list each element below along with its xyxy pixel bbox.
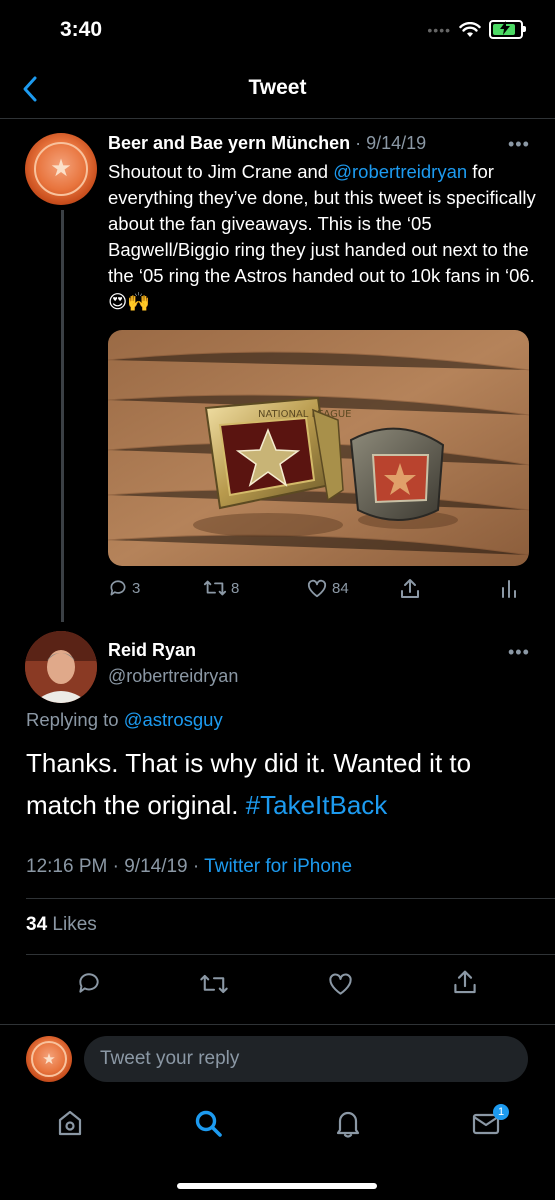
heart-icon <box>307 579 327 598</box>
tweet-text: Thanks. That is why did it. Wanted it to… <box>26 742 536 826</box>
tweet-source-link[interactable]: Twitter for iPhone <box>204 856 352 877</box>
tweet-date: 9/14/19 <box>124 856 188 877</box>
tweet-time: 12:16 PM <box>26 856 108 877</box>
separator: · <box>192 856 200 877</box>
status-time: 3:40 <box>60 18 103 41</box>
display-name[interactable]: Reid Ryan <box>108 640 196 661</box>
retweet-icon <box>203 580 227 596</box>
likes-summary[interactable]: 34 Likes <box>26 914 97 936</box>
retweet-icon[interactable] <box>199 972 229 996</box>
home-icon[interactable] <box>56 1108 84 1138</box>
separator: · <box>112 856 119 877</box>
more-options-icon[interactable]: ••• <box>508 134 530 155</box>
astros-logo-icon: ★ <box>50 155 72 183</box>
tweet-date[interactable]: 9/14/19 <box>366 133 426 153</box>
header-divider <box>0 118 555 119</box>
mention-link[interactable]: @robertreidryan <box>333 161 467 182</box>
likes-label: Likes <box>52 914 97 935</box>
svg-text:NATIONAL LEAGUE: NATIONAL LEAGUE <box>258 409 352 420</box>
like-action[interactable]: 84 <box>306 578 349 598</box>
profile-photo <box>25 631 97 703</box>
meta-divider <box>26 898 555 899</box>
tweet-photo[interactable]: NATIONAL LEAGUE <box>108 330 529 566</box>
separator: · <box>355 133 362 153</box>
reply-action[interactable]: 3 <box>108 578 140 598</box>
heart-icon[interactable] <box>327 971 354 996</box>
avatar[interactable] <box>25 631 97 703</box>
hashtag-link[interactable]: #TakeItBack <box>246 790 388 820</box>
thread-line <box>61 210 64 622</box>
wifi-icon <box>459 21 481 37</box>
display-name[interactable]: Beer and Bae yern München <box>108 133 350 153</box>
signal-icon: •••• <box>427 21 451 38</box>
user-handle[interactable]: @robertreidryan <box>108 666 238 687</box>
search-icon[interactable] <box>194 1109 224 1139</box>
retweet-count: 8 <box>231 579 240 597</box>
tweet-text-part1: Shoutout to Jim Crane and <box>108 161 334 182</box>
home-indicator <box>177 1183 377 1189</box>
astros-logo-icon: ★ <box>42 1051 56 1068</box>
replying-to-link[interactable]: @astrosguy <box>124 709 223 730</box>
status-icons: •••• <box>427 20 526 39</box>
messages-badge: 1 <box>493 1104 509 1120</box>
page-title: Tweet <box>248 76 307 99</box>
tweet-text: Shoutout to Jim Crane and @robertreidrya… <box>108 159 538 315</box>
reply-input[interactable]: Tweet your reply <box>84 1036 528 1082</box>
analytics-icon[interactable] <box>501 579 517 599</box>
tweet-meta: 12:16 PM · 9/14/19 · Twitter for iPhone <box>26 856 352 878</box>
likes-divider <box>26 954 555 955</box>
notifications-icon[interactable] <box>334 1108 362 1138</box>
replying-to: Replying to @astrosguy <box>26 709 223 731</box>
more-options-icon[interactable]: ••• <box>508 642 530 663</box>
battery-icon <box>489 20 526 39</box>
rings-photo: NATIONAL LEAGUE <box>108 330 529 566</box>
share-icon[interactable] <box>453 969 477 996</box>
reply-placeholder: Tweet your reply <box>100 1048 240 1069</box>
like-count: 84 <box>332 579 349 597</box>
tweet-header: Beer and Bae yern München · 9/14/19 <box>108 133 426 154</box>
reply-icon <box>110 580 126 596</box>
composer-avatar[interactable]: ★ <box>26 1036 72 1082</box>
tweet-text-part2: for everything they’ve done, but this tw… <box>108 161 536 312</box>
reply-icon[interactable] <box>76 970 102 996</box>
retweet-action[interactable]: 8 <box>203 578 239 598</box>
share-icon[interactable] <box>400 578 420 600</box>
avatar[interactable]: ★ <box>25 133 97 205</box>
replying-label: Replying to <box>26 709 124 730</box>
likes-count: 34 <box>26 914 48 935</box>
reply-count: 3 <box>132 579 141 597</box>
composer-divider <box>0 1024 555 1025</box>
